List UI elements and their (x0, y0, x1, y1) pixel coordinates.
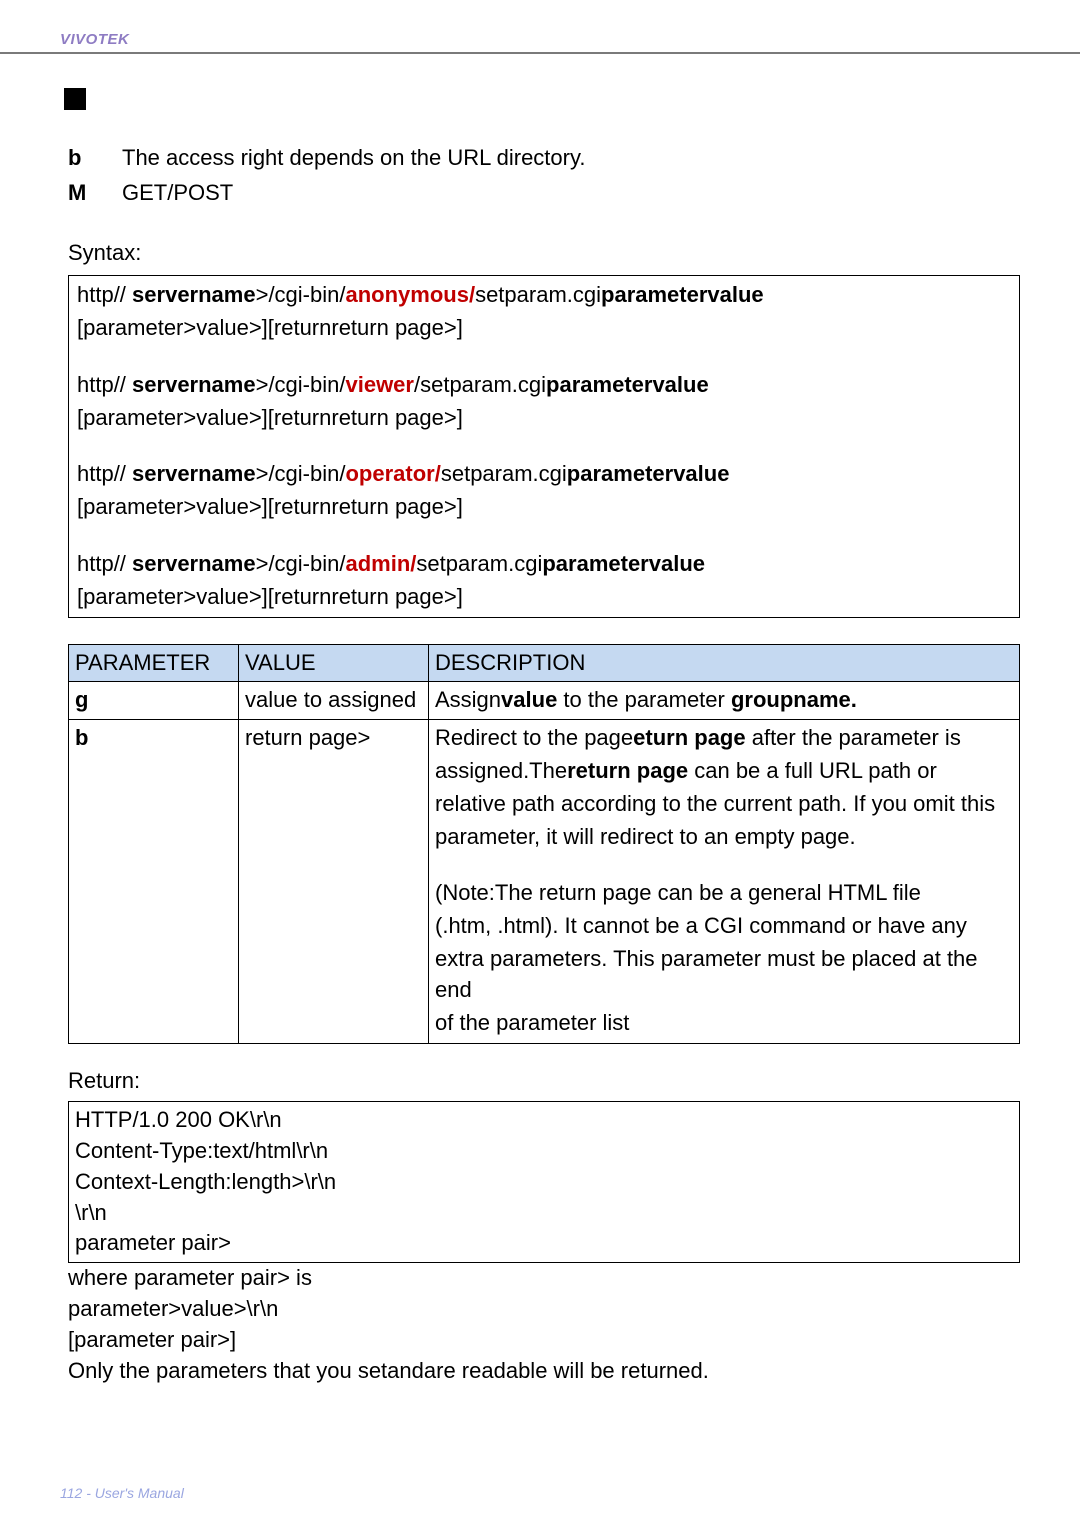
after-return: where parameter pair> is parameter>value… (68, 1263, 1020, 1386)
cell-description: Redirect to the pageeturn page after the… (429, 720, 1020, 1044)
syntax-subline: [parameter>value>][returnreturn page>] (77, 403, 1011, 434)
syntax-seg: anonymous/ (345, 282, 475, 307)
syntax-line: http// servername>/cgi-bin/admin/setpara… (77, 549, 1011, 580)
syntax-seg: operator/ (345, 461, 440, 486)
syntax-subline: [parameter>value>][returnreturn page>] (77, 313, 1011, 344)
after-seg: are readable will be returned. (424, 1358, 709, 1383)
section-square-icon (64, 88, 86, 110)
syntax-box: http// servername>/cgi-bin/anonymous/set… (68, 275, 1020, 617)
syntax-seg: servername (132, 551, 256, 576)
after-seg: Only the parameters that you set (68, 1358, 387, 1383)
return-line: Content-Type:text/html\r\n (75, 1136, 1013, 1167)
cell-description: Assignvalue to the parameter groupname. (429, 682, 1020, 720)
desc-seg: groupname. (731, 687, 857, 712)
after-line: Only the parameters that you setandare r… (68, 1356, 1020, 1387)
syntax-seg: /setparam.cgi (414, 372, 546, 397)
desc-seg: value (501, 687, 557, 712)
syntax-gap (77, 344, 1011, 370)
syntax-seg: http// (77, 282, 132, 307)
syntax-gap (77, 523, 1011, 549)
syntax-seg: parameter (546, 372, 652, 397)
page-footer: 112 - User's Manual (60, 1485, 184, 1501)
syntax-line: http// servername>/cgi-bin/operator/setp… (77, 459, 1011, 490)
col-value: VALUE (239, 644, 429, 682)
syntax-gap (77, 433, 1011, 459)
syntax-seg: >/cgi-bin/ (256, 372, 346, 397)
syntax-subline: [parameter>value>][returnreturn page>] (77, 582, 1011, 613)
return-box: HTTP/1.0 200 OK\r\n Content-Type:text/ht… (68, 1101, 1020, 1263)
syntax-seg: value (649, 551, 705, 576)
table-header-row: PARAMETER VALUE DESCRIPTION (69, 644, 1020, 682)
desc-seg: Redirect to the page (435, 725, 633, 750)
cell-param: b (69, 720, 239, 1044)
bullet-row: b The access right depends on the URL di… (68, 143, 1020, 174)
desc-seg: after the parameter is (746, 725, 961, 750)
syntax-seg: >/cgi-bin/ (256, 551, 346, 576)
syntax-seg: value (652, 372, 708, 397)
syntax-subline: [parameter>value>][returnreturn page>] (77, 492, 1011, 523)
desc-line: relative path according to the current p… (435, 789, 1013, 820)
syntax-seg: setparam.cgi (441, 461, 567, 486)
syntax-seg: admin/ (345, 551, 416, 576)
cell-param: g (69, 682, 239, 720)
bullet-row: M GET/POST (68, 178, 1020, 209)
syntax-seg: setparam.cgi (416, 551, 542, 576)
desc-seg: eturn page (633, 725, 745, 750)
syntax-seg: parameter (567, 461, 673, 486)
desc-seg: Assign (435, 687, 501, 712)
syntax-line: http// servername>/cgi-bin/viewer/setpar… (77, 370, 1011, 401)
syntax-seg: setparam.cgi (475, 282, 601, 307)
desc-line: of the parameter list (435, 1008, 1013, 1039)
bullet-text: GET/POST (122, 178, 233, 209)
after-line: where parameter pair> is (68, 1263, 1020, 1294)
header-bar: VIVOTEK (0, 0, 1080, 52)
desc-seg: to the parameter (557, 687, 731, 712)
desc-seg: can be a full URL path or (688, 758, 937, 783)
cell-value: return page> (239, 720, 429, 1044)
desc-line: Redirect to the pageeturn page after the… (435, 723, 1013, 754)
return-line: Context-Length:length>\r\n (75, 1167, 1013, 1198)
bullet-text: The access right depends on the URL dire… (122, 143, 585, 174)
desc-line: assigned.Thereturn page can be a full UR… (435, 756, 1013, 787)
syntax-seg: servername (132, 461, 256, 486)
cell-value: value to assigned (239, 682, 429, 720)
syntax-seg: http// (77, 461, 132, 486)
syntax-seg: viewer (345, 372, 414, 397)
syntax-seg: http// (77, 551, 132, 576)
after-seg: and (387, 1358, 424, 1383)
return-line: parameter pair> (75, 1228, 1013, 1259)
col-parameter: PARAMETER (69, 644, 239, 682)
desc-seg: return page (567, 758, 688, 783)
syntax-seg: parameter (601, 282, 707, 307)
syntax-line: http// servername>/cgi-bin/anonymous/set… (77, 280, 1011, 311)
brand-text: VIVOTEK (60, 31, 129, 52)
after-line: [parameter pair>] (68, 1325, 1020, 1356)
desc-line: (.htm, .html). It cannot be a CGI comman… (435, 911, 1013, 942)
desc-line: extra parameters. This parameter must be… (435, 944, 1013, 1006)
table-row: g value to assigned Assignvalue to the p… (69, 682, 1020, 720)
after-line: parameter>value>\r\n (68, 1294, 1020, 1325)
page-content: b The access right depends on the URL di… (0, 54, 1080, 1386)
parameter-table: PARAMETER VALUE DESCRIPTION g value to a… (68, 644, 1020, 1045)
table-row: b return page> Redirect to the pageeturn… (69, 720, 1020, 1044)
syntax-seg: servername (132, 372, 256, 397)
col-description: DESCRIPTION (429, 644, 1020, 682)
return-line: \r\n (75, 1198, 1013, 1229)
desc-line: (Note:The return page can be a general H… (435, 878, 1013, 909)
desc-seg: assigned.The (435, 758, 567, 783)
syntax-seg: value (707, 282, 763, 307)
return-heading: Return: (68, 1066, 1020, 1097)
syntax-seg: value (673, 461, 729, 486)
syntax-heading: Syntax: (68, 238, 1020, 269)
bullet-label: M (68, 178, 122, 209)
desc-gap (435, 854, 1013, 876)
syntax-seg: >/cgi-bin/ (256, 461, 346, 486)
syntax-seg: servername (132, 282, 256, 307)
syntax-seg: parameter (542, 551, 648, 576)
syntax-seg: >/cgi-bin/ (256, 282, 346, 307)
syntax-seg: http// (77, 372, 132, 397)
return-line: HTTP/1.0 200 OK\r\n (75, 1105, 1013, 1136)
bullet-label: b (68, 143, 122, 174)
desc-line: parameter, it will redirect to an empty … (435, 822, 1013, 853)
